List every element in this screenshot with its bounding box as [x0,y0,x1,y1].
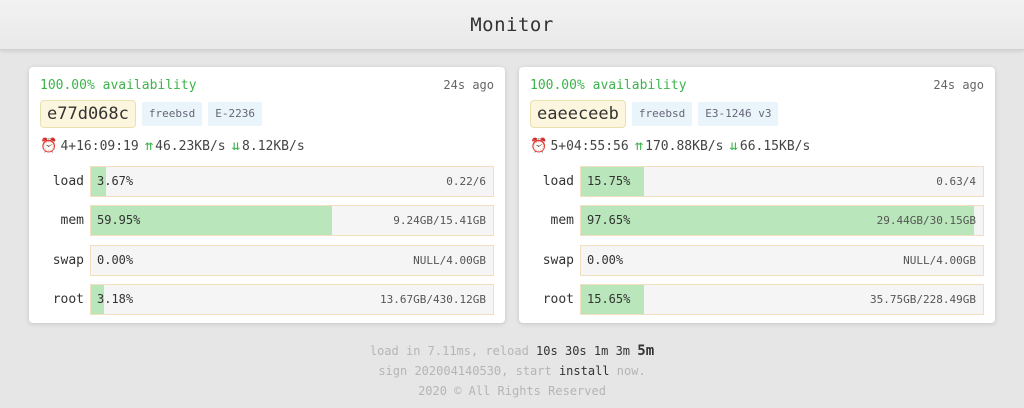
usage-value: NULL/4.00GB [903,253,976,267]
usage-percent: 3.18% [97,291,134,306]
usage-bar: 0.00% NULL/4.00GB [90,244,494,276]
arrow-up-icon: ⇈ [144,138,154,154]
metrics-list: load 3.67% 0.22/6 mem 59.95% 9.24GB/15.4… [40,166,494,315]
header: Monitor [0,0,1024,50]
cpu-tag: E-2236 [208,102,262,126]
hostname-badge: eaeeceeb [530,100,626,128]
reload-option-3m[interactable]: 3m [616,344,630,358]
usage-value: 0.22/6 [446,175,486,188]
os-tag: freebsd [631,102,693,126]
usage-bar: 3.67% 0.22/6 [90,166,494,197]
metric-label: load [542,174,574,189]
usage-bar: 97.65% 29.44GB/30.15GB [580,205,984,237]
usage-value: 13.67GB/430.12GB [380,292,486,306]
load-time-text: load in 7.11ms, reload [369,344,529,358]
usage-bar: 59.95% 9.24GB/15.41GB [90,205,494,237]
metric-swap: swap 0.00% NULL/4.00GB [530,244,984,276]
usage-percent: 0.00% [587,252,624,267]
availability-text: 100.00% availability [530,77,687,93]
reload-option-1m[interactable]: 1m [594,344,608,358]
uptime: 4+16:09:19 [60,138,139,154]
usage-percent: 15.65% [587,291,631,306]
uptime: 5+04:55:56 [550,138,629,154]
usage-percent: 3.67% [97,174,134,188]
usage-percent: 15.75% [587,174,631,188]
sign-suffix: now. [616,364,646,378]
install-link[interactable]: install [559,364,610,378]
metric-mem: mem 97.65% 29.44GB/30.15GB [530,205,984,237]
metric-swap: swap 0.00% NULL/4.00GB [40,244,494,276]
download-speed: 8.12KB/s [242,138,305,154]
metric-label: load [52,174,84,189]
arrow-down-icon: ⇊ [231,138,241,154]
availability-text: 100.00% availability [40,77,197,93]
reload-option-30s[interactable]: 30s [565,344,587,358]
last-updated: 24s ago [443,78,494,92]
usage-bar: 15.75% 0.63/4 [580,166,984,197]
usage-bar: 0.00% NULL/4.00GB [580,244,984,276]
usage-percent: 0.00% [97,252,134,267]
metric-label: swap [52,252,84,268]
server-card: 100.00% availability 24s ago e77d068c fr… [29,67,505,323]
metric-root: root 15.65% 35.75GB/228.49GB [530,283,984,315]
metric-mem: mem 59.95% 9.24GB/15.41GB [40,205,494,237]
alarm-clock-icon: ⏰ [40,138,58,154]
metric-label: swap [542,252,574,268]
usage-bar: 3.18% 13.67GB/430.12GB [90,283,494,315]
upload-speed: 170.88KB/s [645,138,724,154]
usage-value: 9.24GB/15.41GB [393,214,486,228]
usage-bar: 15.65% 35.75GB/228.49GB [580,283,984,315]
usage-value: NULL/4.00GB [413,253,486,267]
footer-reload-line: load in 7.11ms, reload 10s 30s 1m 3m 5m [0,341,1024,361]
server-card: 100.00% availability 24s ago eaeeceeb fr… [519,67,995,323]
metric-load: load 3.67% 0.22/6 [40,166,494,197]
page-title: Monitor [470,13,554,36]
copyright: 2020 © All Rights Reserved [418,384,606,398]
hostname-badge: e77d068c [40,100,136,128]
usage-percent: 97.65% [587,213,631,228]
cpu-tag: E3-1246 v3 [698,102,779,126]
metrics-list: load 15.75% 0.63/4 mem 97.65% 29.44GB/30… [530,166,984,315]
metric-label: mem [60,213,84,229]
footer: load in 7.11ms, reload 10s 30s 1m 3m 5m … [0,341,1024,401]
metric-root: root 3.18% 13.67GB/430.12GB [40,283,494,315]
reload-option-5m[interactable]: 5m [637,343,654,359]
arrow-up-icon: ⇈ [634,138,644,154]
download-speed: 66.15KB/s [739,138,811,154]
server-cards: 100.00% availability 24s ago e77d068c fr… [29,67,995,323]
usage-value: 0.63/4 [936,175,976,188]
footer-sign-line: sign 202004140530, start install now. [0,361,1024,381]
metric-load: load 15.75% 0.63/4 [530,166,984,197]
usage-value: 35.75GB/228.49GB [870,292,976,306]
metric-label: root [542,291,574,307]
last-updated: 24s ago [933,78,984,92]
usage-percent: 59.95% [97,213,141,228]
usage-value: 29.44GB/30.15GB [876,214,976,228]
arrow-down-icon: ⇊ [729,138,738,154]
metric-label: root [52,291,84,307]
upload-speed: 46.23KB/s [155,138,226,154]
reload-option-10s[interactable]: 10s [536,344,558,358]
sign-text: sign 202004140530, start [378,364,552,378]
metric-label: mem [550,213,574,229]
os-tag: freebsd [141,102,203,126]
alarm-clock-icon: ⏰ [530,138,548,154]
